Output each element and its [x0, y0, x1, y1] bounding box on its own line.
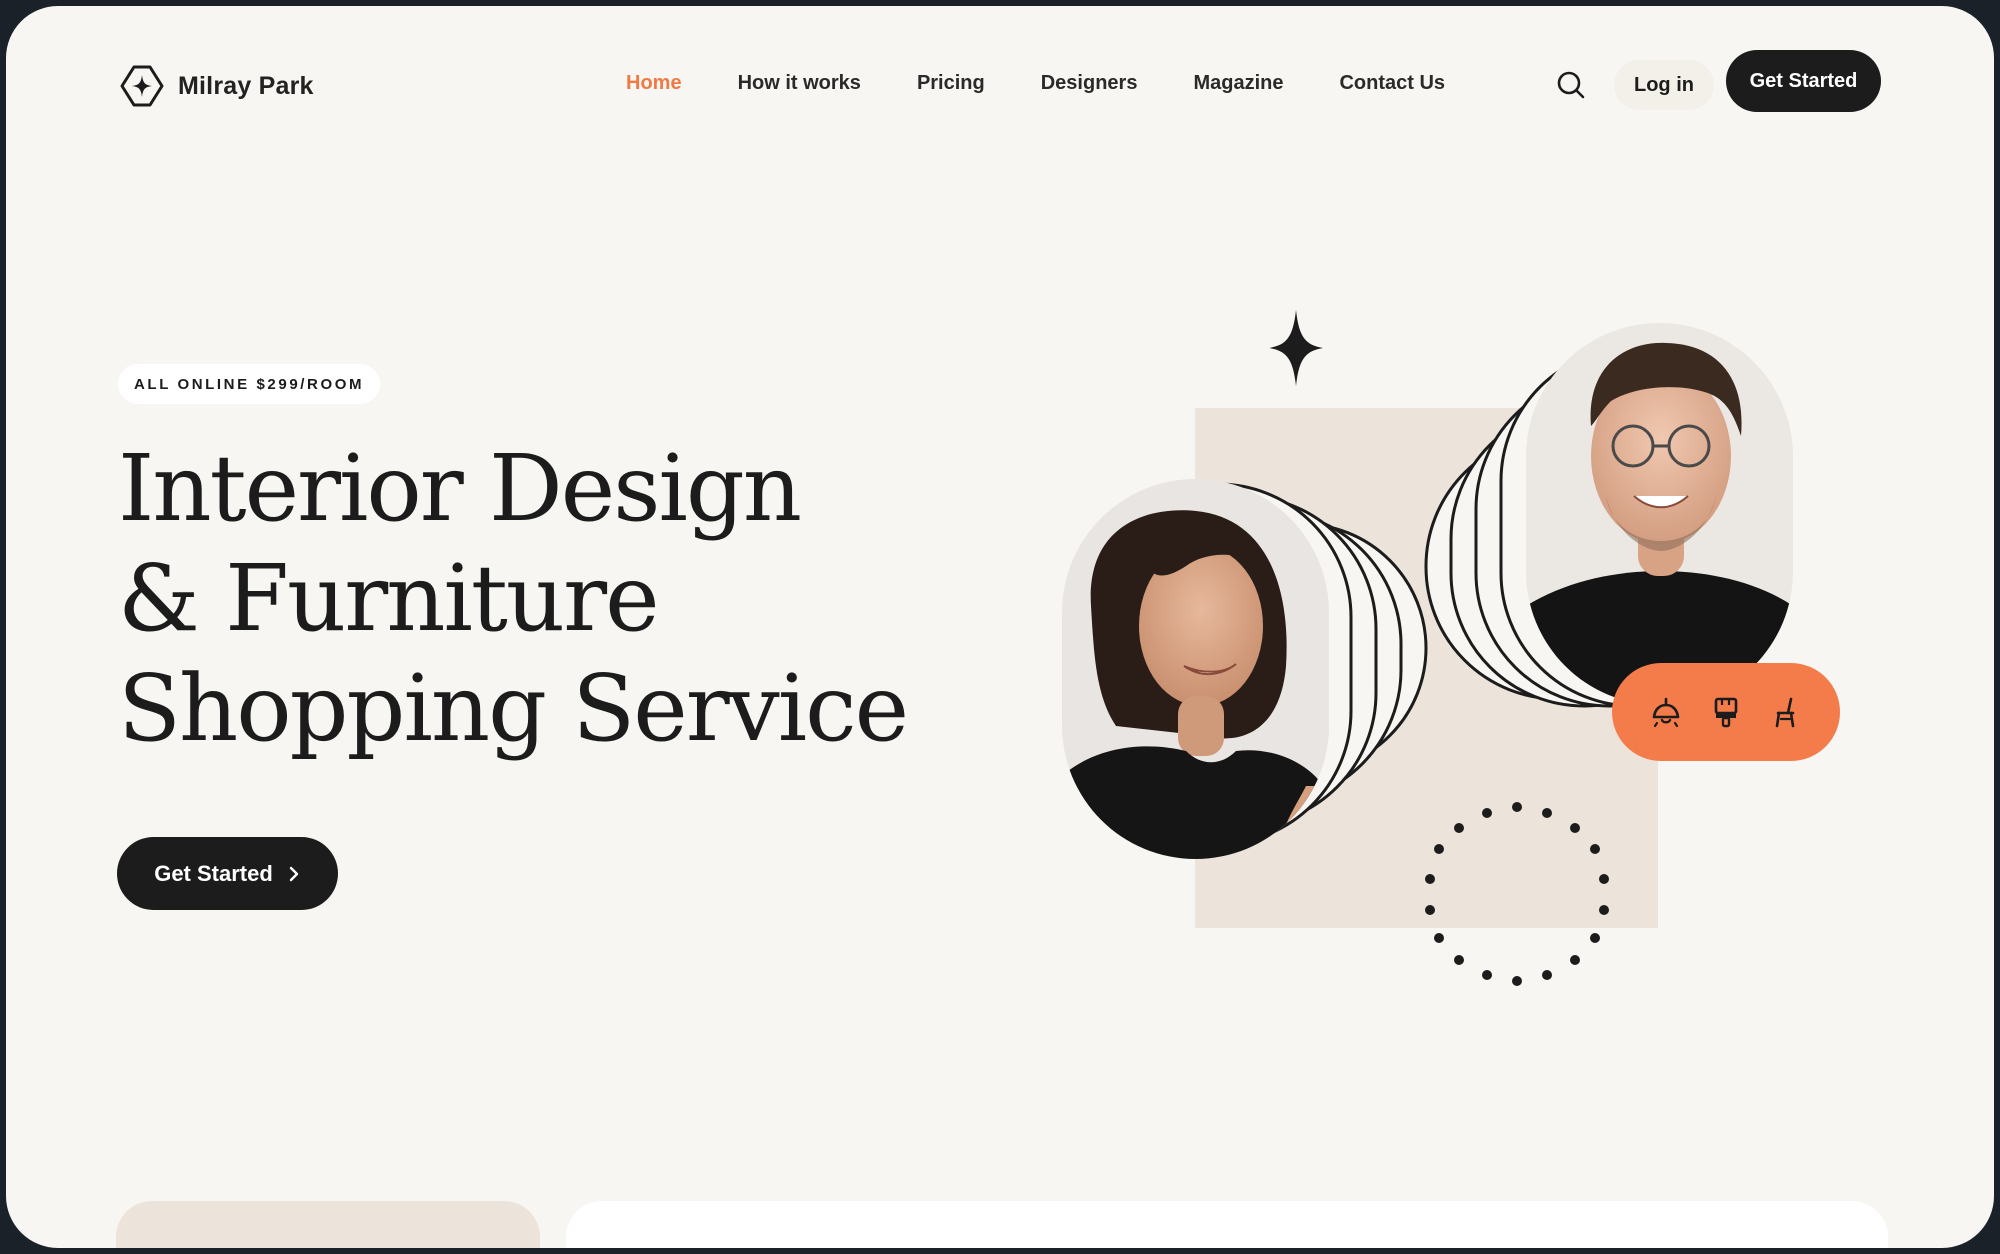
service-icons-pill — [1612, 663, 1840, 761]
search-button[interactable] — [1554, 68, 1588, 102]
brand-logo[interactable]: Milray Park — [118, 62, 314, 110]
chevron-right-icon — [289, 866, 298, 881]
beige-backdrop — [1195, 408, 1658, 928]
paint-brush-icon — [1709, 695, 1743, 729]
hero-headline: Interior Design & Furniture Shopping Ser… — [118, 434, 1018, 764]
nav-designers[interactable]: Designers — [1041, 72, 1138, 95]
dotted-circle — [1425, 802, 1609, 986]
nav-pricing[interactable]: Pricing — [917, 72, 985, 95]
hero-get-started-button[interactable]: Get Started — [117, 837, 338, 910]
chair-icon — [1769, 695, 1803, 729]
designer-woman-photo — [1062, 479, 1329, 859]
nav-contact-us[interactable]: Contact Us — [1339, 72, 1445, 95]
bottom-card-right — [566, 1201, 1888, 1248]
headline-line-3: Shopping Service — [118, 655, 909, 762]
echo-outlines-man — [1424, 346, 1770, 708]
brand-name: Milray Park — [178, 71, 314, 100]
bottom-card-left — [116, 1201, 540, 1248]
hero-cta-label: Get Started — [154, 860, 273, 886]
search-icon — [1557, 71, 1585, 99]
nav-how-it-works[interactable]: How it works — [738, 72, 861, 95]
nav-home[interactable]: Home — [626, 72, 682, 95]
echo-outlines-woman — [1082, 482, 1428, 846]
nav-get-started-button[interactable]: Get Started — [1726, 50, 1881, 112]
page-frame: Milray Park Home How it works Pricing De… — [6, 6, 1994, 1248]
sparkle-star-icon — [1269, 310, 1323, 386]
login-button[interactable]: Log in — [1614, 60, 1714, 110]
pricing-badge: ALL ONLINE $299/ROOM — [118, 364, 381, 404]
headline-line-1: Interior Design — [118, 435, 802, 542]
nav-magazine[interactable]: Magazine — [1193, 72, 1283, 95]
designer-man-photo — [1526, 323, 1793, 705]
headline-line-2: & Furniture — [118, 545, 660, 652]
ceiling-lamp-icon — [1649, 695, 1683, 729]
sparkle-hexagon-icon — [120, 65, 164, 107]
main-nav: Home How it works Pricing Designers Maga… — [626, 72, 1501, 95]
